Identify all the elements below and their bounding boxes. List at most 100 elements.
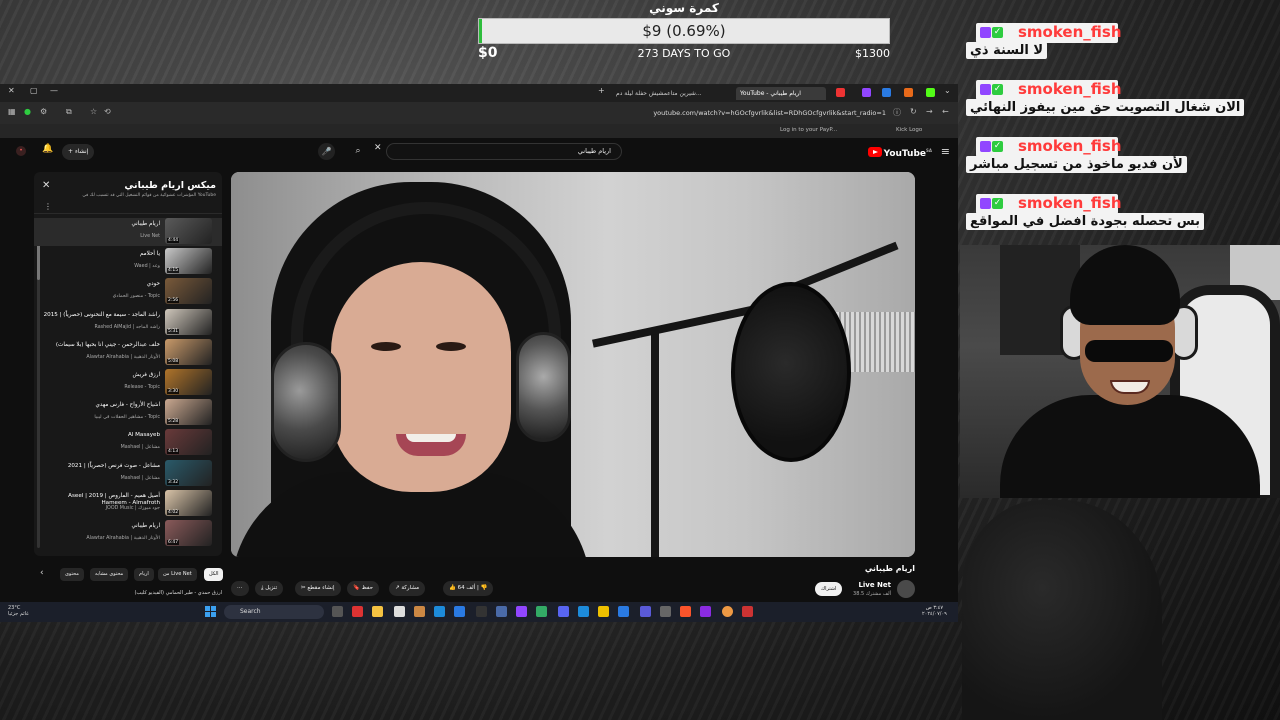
hamburger-menu-icon[interactable]: ≡	[941, 145, 950, 158]
new-tab-button[interactable]: +	[598, 86, 605, 95]
app-icon-3[interactable]	[394, 606, 405, 617]
youtube-logo[interactable]: YouTubeSA	[867, 147, 932, 159]
back-icon[interactable]: ←	[942, 107, 949, 116]
chip-ariam[interactable]: اريام	[134, 568, 154, 581]
playlist-thumbnail[interactable]: 6:47	[165, 520, 212, 546]
playlist-thumbnail[interactable]: 2:56	[165, 278, 212, 305]
chevron-left-icon[interactable]: ‹	[40, 568, 44, 578]
playlist-item[interactable]: 4:02 Aseel | 2019 | أصيل هميم - الماروص H…	[42, 489, 212, 518]
info-icon[interactable]: ⓘ	[893, 107, 901, 118]
app-icon-1[interactable]	[352, 606, 363, 617]
more-actions-button[interactable]: ⋯	[231, 581, 249, 596]
playlist-item[interactable]: 5:31 راشد الماجد - سيمة مع النحنوس (حصريا…	[42, 308, 212, 337]
chip-all[interactable]: الكل	[204, 568, 224, 581]
clip-button[interactable]: ✂ إنشاء مقطع	[295, 581, 341, 596]
search-icon[interactable]: ⌕	[348, 143, 368, 160]
playlist-thumbnail[interactable]: 4:02	[165, 489, 212, 516]
orange-tab-icon[interactable]	[904, 88, 913, 97]
playlist-item[interactable]: 5:08 خلف عبدالرحمن - جيني انا بحبها (بلا …	[42, 338, 212, 367]
bookmark-kick[interactable]: Kick Logo	[896, 127, 922, 133]
file-explorer-icon[interactable]	[372, 606, 383, 617]
playlist-thumbnail[interactable]: 5:08	[165, 338, 212, 365]
save-button[interactable]: 🔖 حفظ	[347, 581, 380, 596]
chrome-icon[interactable]	[722, 606, 733, 617]
playlist-thumbnail[interactable]: 4:15	[165, 248, 212, 275]
channel-name[interactable]: Live Net	[858, 581, 891, 589]
playlist-thumbnail[interactable]: 4:44	[165, 218, 212, 244]
weather-widget[interactable]: 23°C غائم جزئيا	[8, 605, 29, 617]
chip-similar[interactable]: محتوى مشابه	[90, 568, 129, 581]
app-icon-20[interactable]	[742, 606, 753, 617]
tab-search-icon[interactable]: ⌄	[944, 86, 951, 95]
app-icon-13[interactable]	[598, 606, 609, 617]
minimize-window-button[interactable]: —	[50, 86, 58, 95]
app-icon-14[interactable]	[618, 606, 629, 617]
system-clock[interactable]: ٣:٤٧ ص ٢٠٢٤/٠٧/٠٩	[922, 605, 947, 617]
playlist-item[interactable]: 3:32 مشاعل - صوت فرنص (حصرياً) | 2021 Mash…	[42, 459, 212, 488]
tab-youtube[interactable]: YouTube - اريام طيباني	[736, 87, 826, 100]
playlist-item[interactable]: 3:30 ارزق فريش Release - Topic	[42, 369, 212, 397]
like-button[interactable]: 👍 64 ألف | 👎	[443, 581, 494, 596]
app-icon-18[interactable]	[700, 606, 711, 617]
notifications-bell-icon[interactable]: 🔔	[42, 144, 53, 154]
settings-icon[interactable]: ⚙	[40, 107, 47, 116]
account-avatar[interactable]: •	[16, 146, 26, 156]
edge-icon[interactable]	[434, 606, 445, 617]
chat-username[interactable]: smoken_fish	[1018, 80, 1122, 98]
video-player[interactable]	[231, 172, 915, 557]
playlist-item[interactable]: 4:13 Al Masayeb Mashael | مشاعل	[42, 429, 212, 457]
chip-content[interactable]: محتوى	[60, 568, 84, 581]
playlist-scrollbar[interactable]	[37, 218, 40, 548]
url-field[interactable]: youtube.com/watch?v=hGOcfgvrlik&list=RDh…	[636, 107, 886, 119]
kick-tab-icon[interactable]	[926, 88, 935, 97]
blue-tab-icon[interactable]	[882, 88, 891, 97]
voice-search-mic-icon[interactable]: 🎤	[318, 143, 335, 160]
search-input[interactable]: اريام طيباني	[386, 143, 622, 160]
app-icon-7[interactable]	[476, 606, 487, 617]
channel-avatar[interactable]	[897, 580, 915, 598]
close-window-button[interactable]: ✕	[8, 86, 15, 95]
restore-window-button[interactable]: ▢	[30, 86, 38, 95]
bookmark-paypal[interactable]: Log in to your PayP...	[780, 127, 837, 133]
chat-username[interactable]: smoken_fish	[1018, 137, 1122, 155]
tune-icon[interactable]: ⟲	[104, 107, 111, 116]
playlist-item[interactable]: 5:28 اشياح الأرواح - فارس مهدي مشاهير الحف…	[42, 399, 212, 427]
extensions-icon[interactable]: ▦	[8, 107, 16, 116]
discord-icon[interactable]	[558, 606, 569, 617]
playlist-thumbnail[interactable]: 5:28	[165, 399, 212, 426]
chat-username[interactable]: smoken_fish	[1018, 23, 1122, 41]
chat-username[interactable]: smoken_fish	[1018, 194, 1122, 212]
app-icon-6[interactable]	[454, 606, 465, 617]
download-button[interactable]: ⤓ تنزيل	[255, 581, 284, 596]
app-icon-8[interactable]	[496, 606, 507, 617]
playlist-thumbnail[interactable]: 4:13	[165, 429, 212, 456]
share-button[interactable]: ↗ مشاركة	[389, 581, 426, 596]
brave-icon[interactable]	[680, 606, 691, 617]
playlist-item[interactable]: 6:47 اريام طيباني Alawtar Alrahabia | الأو…	[42, 520, 212, 548]
subscribe-button[interactable]: اشتراك	[815, 582, 843, 596]
reload-icon[interactable]: ↻	[910, 107, 917, 116]
more-options-icon[interactable]: ⋮	[44, 202, 52, 211]
forward-icon[interactable]: →	[926, 107, 933, 116]
app-icon-12[interactable]	[578, 606, 589, 617]
bookmark-star-icon[interactable]: ☆	[90, 107, 97, 116]
youtube-tab-icon[interactable]	[836, 88, 845, 97]
tab-shireen[interactable]: شيرين متاعمشيش حفلة ليلة دم...	[612, 87, 730, 100]
app-icon-15[interactable]	[640, 606, 651, 617]
app-icon-10[interactable]	[536, 606, 547, 617]
app-icon-4[interactable]	[414, 606, 425, 617]
twitch-tab-icon[interactable]	[862, 88, 871, 97]
create-button[interactable]: + إنشاء	[62, 144, 95, 160]
share-icon[interactable]: ⧉	[66, 107, 72, 117]
chip-from-channel[interactable]: من Live Net	[158, 568, 197, 581]
clear-search-icon[interactable]: ✕	[374, 143, 382, 153]
playlist-thumbnail[interactable]: 3:32	[165, 459, 212, 486]
app-icon-16[interactable]	[660, 606, 671, 617]
profile-icon[interactable]: ●	[24, 107, 31, 116]
windows-start-icon[interactable]	[205, 606, 216, 617]
close-playlist-icon[interactable]: ✕	[42, 180, 50, 191]
playlist-item[interactable]: 4:15 يا أحلامم Waed | وعد	[42, 248, 212, 276]
playlist-thumbnail[interactable]: 3:30	[165, 369, 212, 395]
playlist-item[interactable]: 2:56 حودي منصور الحمادي - Topic	[42, 278, 212, 306]
taskbar-search[interactable]: Search	[224, 605, 324, 619]
